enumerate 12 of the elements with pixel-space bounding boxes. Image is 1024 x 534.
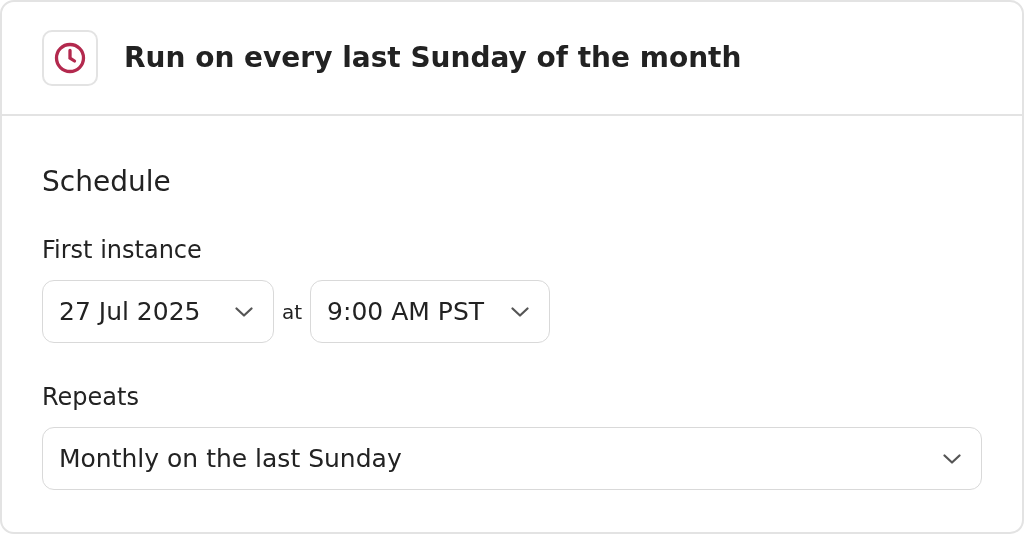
at-text: at [282,298,303,326]
chevron-down-icon [511,306,530,317]
field-label: Repeats [42,382,140,413]
chevron-down-icon [943,453,961,464]
clock-icon [42,30,98,86]
chevron-down-icon [235,306,253,317]
date-select[interactable]: 27 Jul 2025 [42,280,274,343]
header-title: Run on every last Sunday of the month [124,40,742,76]
field-label: First instance [42,235,203,266]
time-select[interactable]: 9:00 AM PST [310,280,551,343]
repeat-select[interactable]: Monthly on the last Sunday [42,427,982,490]
section-title: Schedule [42,164,172,200]
